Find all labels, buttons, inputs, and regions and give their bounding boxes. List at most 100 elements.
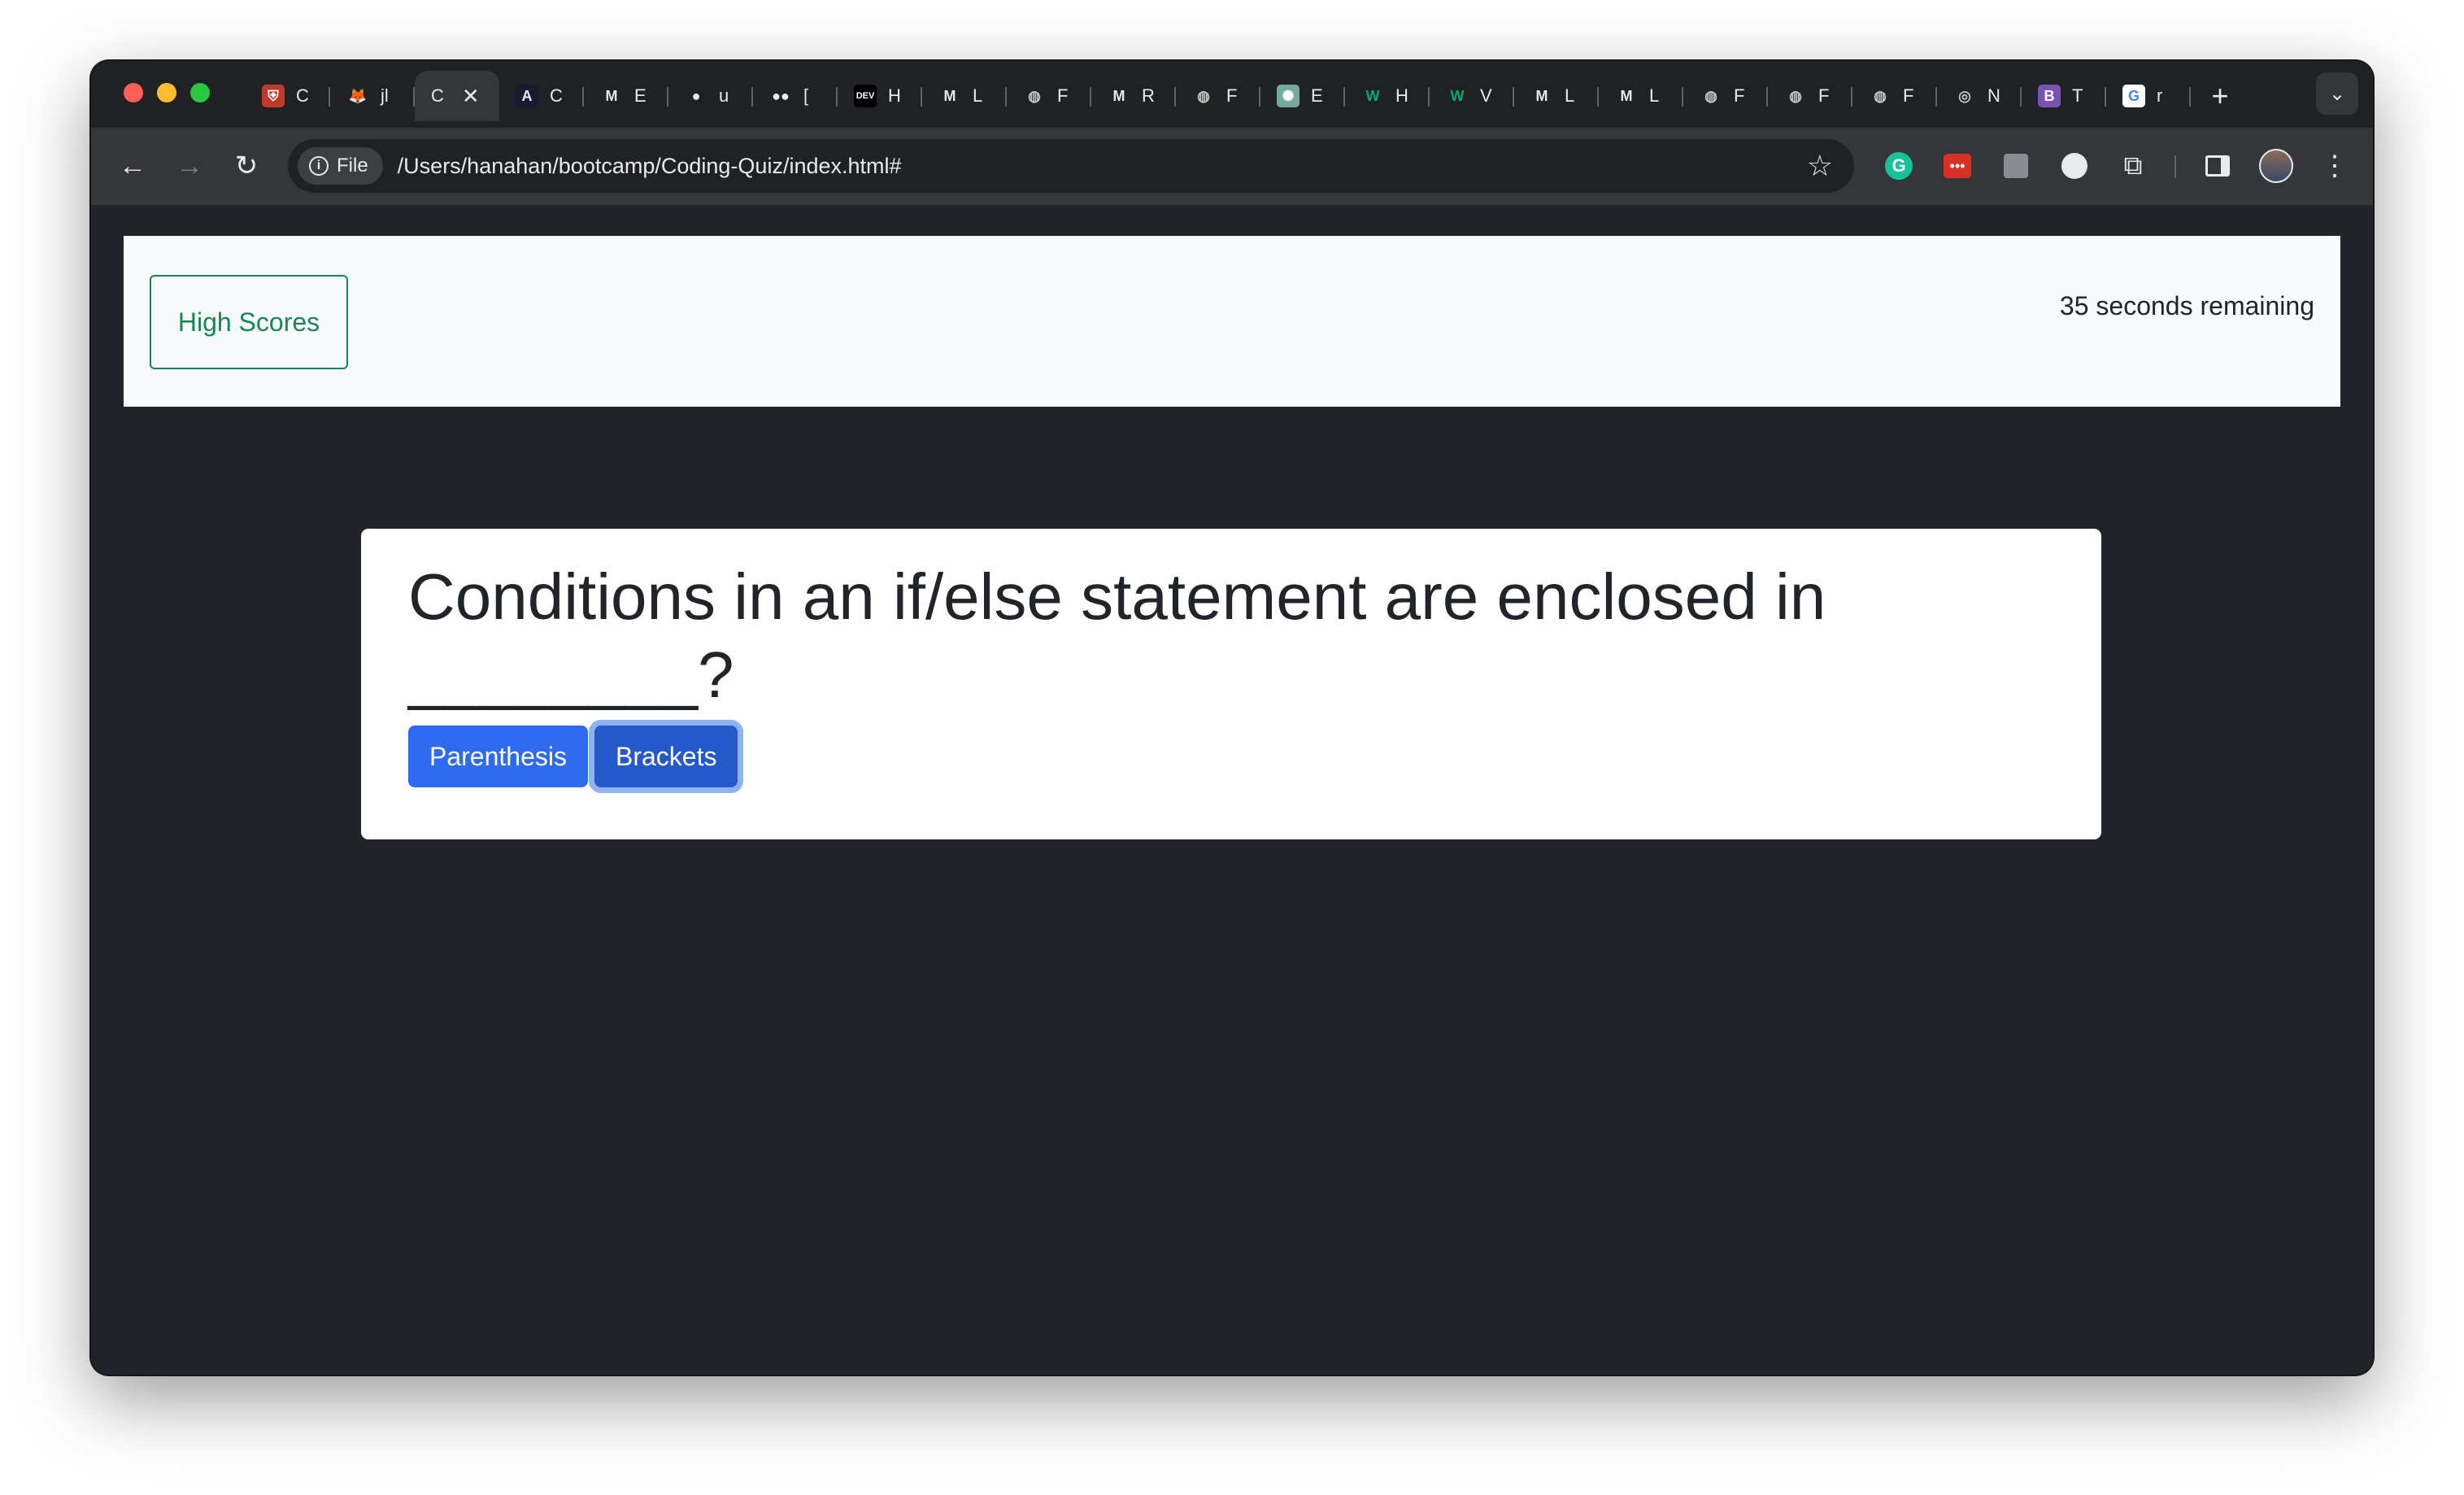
chatgpt-icon: ✺ (1277, 85, 1299, 107)
page-content: High Scores 35 seconds remaining Conditi… (91, 205, 2373, 1375)
browser-tab[interactable]: Gr (2106, 71, 2191, 121)
bookmark-star-icon[interactable]: ☆ (1807, 149, 1833, 183)
browser-tab[interactable]: ◍ F (1683, 71, 1768, 121)
browser-tab[interactable]: ML (1599, 71, 1683, 121)
google-icon: G (2122, 85, 2145, 107)
globe-icon: ◍ (1028, 87, 1041, 104)
maximize-window-button[interactable] (190, 83, 210, 102)
minimize-window-button[interactable] (157, 83, 176, 102)
browser-tab[interactable]: ◍ F (1007, 71, 1091, 121)
tab-title: L (973, 85, 983, 106)
browser-tab[interactable]: DEV H (838, 71, 922, 121)
close-tab-icon[interactable]: ✕ (462, 84, 480, 109)
browser-tab[interactable]: ML (1514, 71, 1599, 121)
tab-list: ⛨ C 🦊 jl C ✕ A C M E ● u ●●[DEV H M L ◍ F M R ◍ F ✺ E W H W V M L M L ◍ F… (246, 71, 2244, 121)
side-panel-icon[interactable] (2196, 144, 2240, 188)
browser-tab[interactable]: 🦊 jl (330, 71, 415, 121)
browser-tab[interactable]: BT (2022, 71, 2106, 121)
browser-tab[interactable]: ◍ F (1768, 71, 1852, 121)
toolbar-divider (2175, 155, 2176, 178)
answer-button-brackets[interactable]: Brackets (594, 726, 738, 787)
address-bar[interactable]: i File /Users/hanahan/bootcamp/Coding-Qu… (288, 139, 1854, 193)
browser-tab[interactable]: AC (499, 71, 584, 121)
tab-title: r (2157, 85, 2163, 106)
tab-title: L (1649, 85, 1660, 106)
forward-icon[interactable]: → (169, 146, 210, 186)
dev-icon: DEV (854, 85, 877, 107)
mdn-icon: M (1620, 87, 1633, 104)
tab-title: F (1226, 85, 1238, 106)
browser-tab[interactable]: ✺ E (1260, 71, 1345, 121)
browser-tab[interactable]: ⛨ C (246, 71, 330, 121)
globe-icon: ◍ (1789, 87, 1802, 104)
extensions-puzzle-icon[interactable]: ⧉ (2111, 144, 2155, 188)
copy-extension-icon[interactable] (1994, 144, 2038, 188)
tab-title: C (431, 85, 444, 106)
tab-title: N (1987, 85, 2000, 106)
browser-tab[interactable]: WV (1430, 71, 1514, 121)
mdn-icon: M (943, 87, 956, 104)
browser-tab[interactable]: WH (1345, 71, 1430, 121)
browser-tab[interactable]: ◍ F (1176, 71, 1260, 121)
menu-kebab-icon[interactable]: ⋮ (2313, 144, 2357, 188)
mdn-icon: M (605, 87, 618, 104)
w3schools-icon: W (1450, 87, 1465, 104)
info-icon: i (309, 156, 329, 176)
tab-title: F (1734, 85, 1745, 106)
tab-strip: ⛨ C 🦊 jl C ✕ A C M E ● u ●●[DEV H M L ◍ F M R ◍ F ✺ E W H W V M L M L ◍ F… (91, 61, 2373, 128)
github-icon: ● (691, 87, 701, 104)
globe-icon: ◍ (1197, 87, 1210, 104)
browser-tab[interactable]: ME (584, 71, 668, 121)
globe-icon: ◍ (1704, 87, 1717, 104)
tab-title: C (550, 85, 563, 106)
tab-title: H (888, 85, 901, 106)
angular-icon: A (516, 85, 538, 107)
red-extension-icon[interactable]: ••• (1935, 144, 1979, 188)
window-controls (124, 83, 210, 102)
browser-window: ⛨ C 🦊 jl C ✕ A C M E ● u ●●[DEV H M L ◍ F M R ◍ F ✺ E W H W V M L M L ◍ F… (91, 61, 2373, 1375)
close-window-button[interactable] (124, 83, 143, 102)
tab-title: T (2072, 85, 2083, 106)
mdn-icon: M (1535, 87, 1548, 104)
browser-tab[interactable]: ●● [ (753, 71, 838, 121)
tab-title: E (634, 85, 646, 106)
medium-icon: ●● (772, 87, 790, 104)
tab-title: R (1142, 85, 1155, 106)
url-text[interactable]: /Users/hanahan/bootcamp/Coding-Quiz/inde… (398, 154, 902, 179)
site-info-label: File (337, 155, 368, 177)
tab-title: H (1395, 85, 1408, 106)
answer-list: Parenthesis Brackets (408, 726, 738, 787)
high-scores-button[interactable]: High Scores (150, 275, 348, 369)
bootstrap-icon: B (2038, 85, 2061, 107)
globe-icon: ◍ (1874, 87, 1887, 104)
reload-icon[interactable]: ↻ (226, 146, 267, 186)
browser-tab[interactable]: ● u (668, 71, 753, 121)
back-icon[interactable]: ← (112, 146, 153, 186)
grammarly-extension-icon[interactable]: G (1877, 144, 1921, 188)
browser-tab[interactable]: C ✕ (415, 71, 499, 121)
browser-toolbar: ← → ↻ i File /Users/hanahan/bootcamp/Cod… (91, 128, 2373, 205)
answer-button-parenthesis[interactable]: Parenthesis (408, 726, 588, 787)
new-tab-icon[interactable]: + (2196, 79, 2244, 113)
tab-title: E (1311, 85, 1323, 106)
circle-extension-icon[interactable] (2053, 144, 2096, 188)
tab-title: F (1818, 85, 1830, 106)
browser-tab[interactable]: ◎ N (1937, 71, 2022, 121)
tab-title: C (296, 85, 309, 106)
browser-tab[interactable]: ◍ F (1852, 71, 1937, 121)
timer-text: 35 seconds remaining (2059, 291, 2314, 320)
tab-title: L (1565, 85, 1575, 106)
tab-title: jl (381, 85, 389, 106)
profile-avatar[interactable] (2254, 144, 2298, 188)
mdn-icon: M (1112, 87, 1125, 104)
tab-search-icon[interactable]: ⌄ (2316, 72, 2358, 115)
w3schools-icon: W (1365, 87, 1380, 104)
question-text: Conditions in an if/else statement are e… (408, 560, 1826, 711)
university-crest-icon: ⛨ (262, 85, 285, 107)
chrome-icon: ◎ (1958, 87, 1971, 104)
browser-tab[interactable]: ML (922, 71, 1007, 121)
site-info-chip[interactable]: i File (298, 147, 383, 185)
tab-title: V (1480, 85, 1492, 106)
quiz-navbar: High Scores 35 seconds remaining (124, 236, 2340, 407)
browser-tab[interactable]: MR (1091, 71, 1176, 121)
